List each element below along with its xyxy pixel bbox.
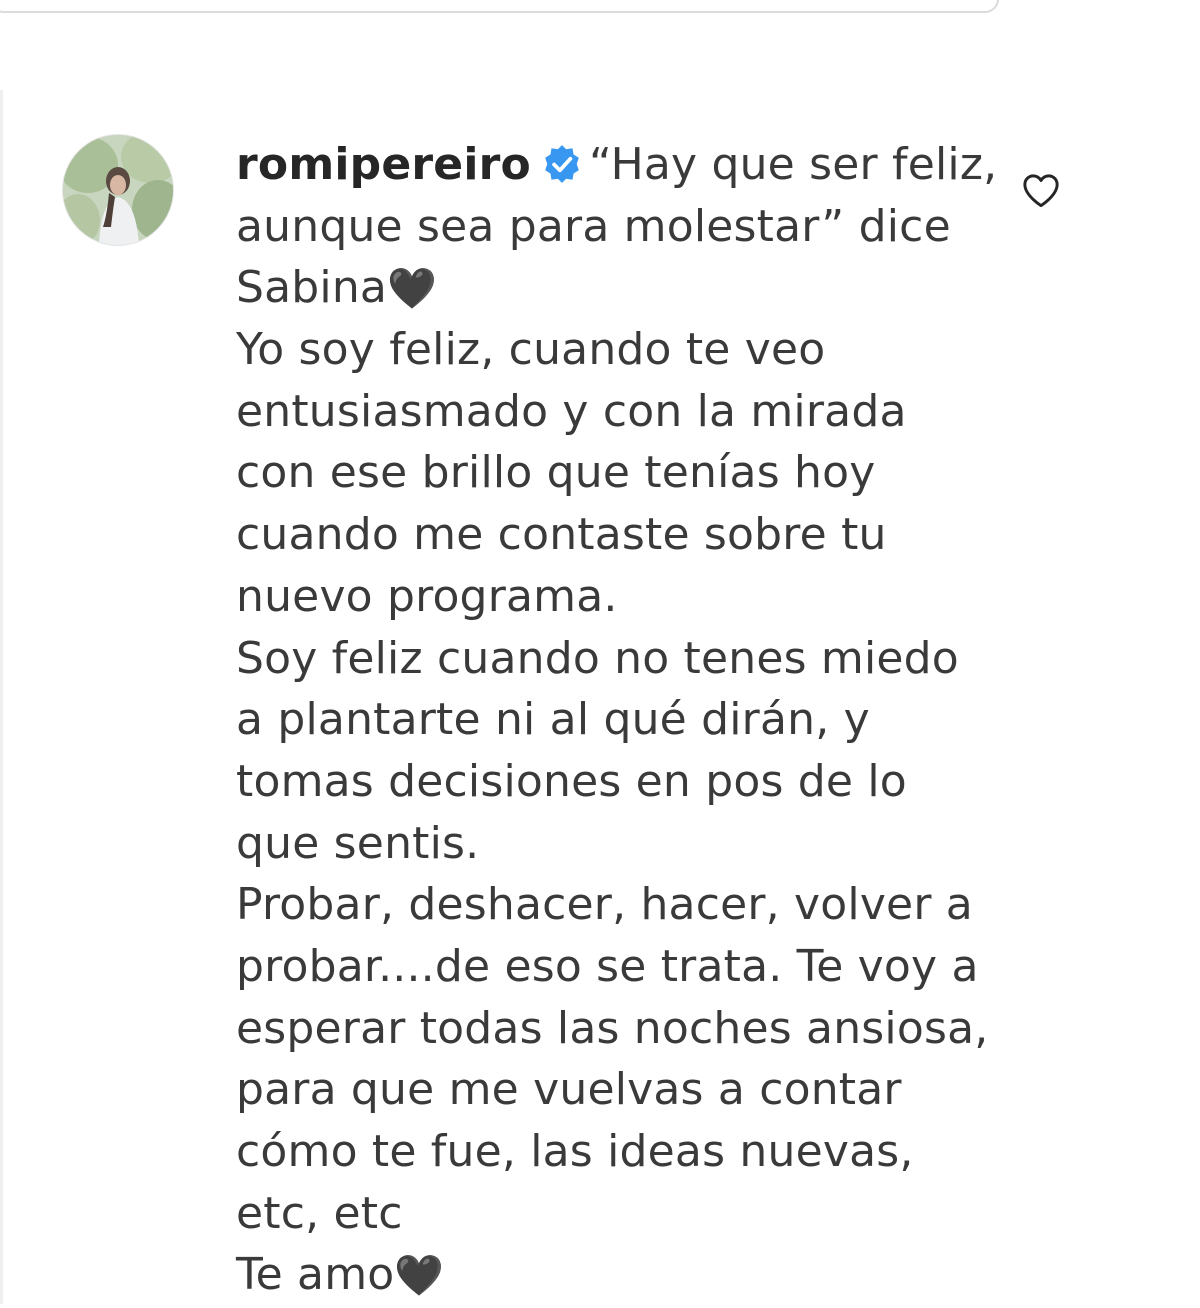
verified-badge-icon: [545, 145, 579, 183]
comment-text-line: etc, etc: [236, 1187, 403, 1239]
comment-text-line-with-emoji: Sabina🖤: [236, 257, 976, 319]
comment-text-line: Yo soy feliz, cuando te veo: [236, 324, 826, 376]
comment-text-line: esperar todas las noches ansiosa,: [236, 1002, 989, 1054]
username-link[interactable]: romipereiro: [236, 139, 531, 190]
comment-text-line: cuando me contaste sobre tu: [236, 509, 887, 561]
comment-text-line-with-emoji: Te amo🖤: [236, 1244, 976, 1306]
heart-outline-icon: [1023, 174, 1059, 208]
comment-text-line: que sentis.: [236, 817, 480, 869]
comment-text-line: aunque sea para molestar” dice: [236, 200, 951, 252]
comment-text: Sabina: [236, 262, 388, 314]
avatar[interactable]: [62, 134, 174, 246]
comment-text-line: probar....de eso se trata. Te voy a: [236, 940, 979, 992]
comment-text-line: Probar, deshacer, hacer, volver a: [236, 879, 973, 931]
comment-first-line: romipereiro “Hay que ser feliz,: [236, 134, 997, 196]
comment-text-line: “Hay que ser feliz,: [588, 139, 998, 190]
like-comment-button[interactable]: [1019, 168, 1063, 212]
comment-text-line: nuevo programa.: [236, 570, 618, 622]
comment-text-line: entusiasmado y con la mirada: [236, 385, 907, 437]
avatar-photo: [63, 135, 173, 245]
comment-text-line: a plantarte ni al qué dirán, y: [236, 694, 870, 746]
black-heart-icon: 🖤: [394, 1253, 445, 1300]
comment-text-line: tomas decisiones en pos de lo: [236, 755, 907, 807]
comment-thread-rule: [0, 90, 3, 1304]
comment-text: Te amo: [236, 1249, 395, 1301]
comment-text-line: cómo te fue, las ideas nuevas,: [236, 1126, 914, 1177]
previous-comment-box: [0, 0, 999, 13]
black-heart-icon: 🖤: [387, 266, 438, 313]
comment-body: romipereiro “Hay que ser feliz, aunque s…: [236, 134, 997, 1306]
comment-text-line: para que me vuelvas a contar: [236, 1064, 902, 1116]
comment-text-line: Soy feliz cuando no tenes miedo: [236, 632, 959, 684]
comment-text-line: con ese brillo que tenías hoy: [236, 447, 876, 499]
